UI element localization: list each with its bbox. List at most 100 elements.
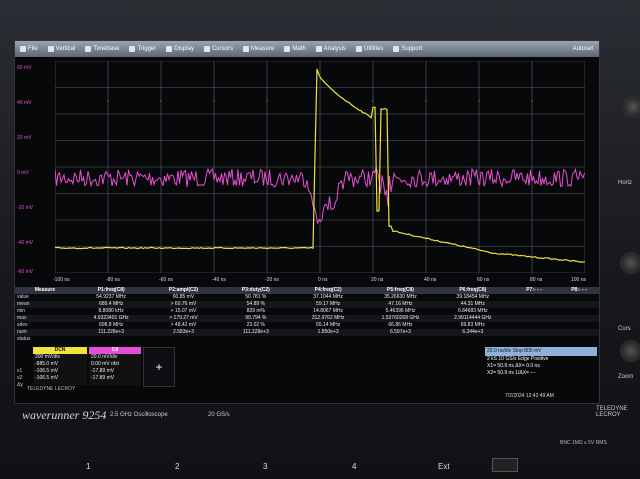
file-icon [20,46,26,52]
menu-label: Trigger [137,46,157,52]
c1-x1: -106.5 mV [35,368,59,374]
c8-x1: -17.89 mV [91,368,115,374]
plus-icon: + [155,360,163,374]
channel-button-4[interactable]: 4 [352,462,356,471]
side-knob[interactable] [622,96,640,118]
measure-cell: 6.84683 MHz [457,308,488,314]
c8-descriptor[interactable]: C8 20.0 mV/div 0.00 mV ofst -17.89 mV -1… [89,347,141,385]
measure-row: mean 689.4 MHz > 60.76 mV 54.89 % 59.17 MHz 4… [15,301,599,308]
screen-footer-brand: TELEDYNE LECROY [27,386,76,392]
measure-header[interactable]: P6:freq(C8) [436,287,509,294]
measure-cell [220,336,292,343]
measure-header[interactable]: P3:duty(C2) [219,287,292,294]
c1-tag: DCN [33,347,87,354]
menu-label: Support [401,46,423,52]
measure-cell [509,315,559,322]
measure-header[interactable]: P5:freq(C8) [364,287,437,294]
menu-trigger[interactable]: Trigger [124,41,161,57]
menu-utilities[interactable]: Utilities [351,41,388,57]
measure-row-label: sdev [17,322,28,328]
cursor-knob[interactable] [620,340,640,362]
timebase-header: 20.0 ns/div Stop 800 mV [485,347,597,356]
measure-cell [509,301,559,308]
measure-cell: 2.583e+3 [147,329,220,336]
measure-cell: 60.85 mV [172,294,195,300]
timebase-descriptor[interactable]: 20.0 ns/div Stop 800 mV 2 kS 10 GS/s Edg… [485,347,597,391]
cursor-x1: X1= 50.9 ns ΔX= 0.0 ns [487,363,540,369]
c8-offset: 0.00 mV ofst [91,361,120,367]
menu-vertical[interactable]: Vertical [43,41,81,57]
measure-cell: 8.8080 kHz [98,308,124,314]
menu-label: Display [174,46,194,52]
model-name: waverunner 9254 [22,408,107,422]
measure-cell: 50.781 % [245,294,267,300]
measure-header[interactable]: P1:freq(C8) [75,287,148,294]
analysis-icon [315,46,322,52]
menu-label: Timebase [93,46,120,52]
measure-row: status [15,336,599,343]
add-trace-button[interactable]: + [143,347,175,387]
menu-timebase[interactable]: Timebase [80,41,124,57]
measure-header[interactable]: Measure [15,287,75,294]
side-label-zoom: Zoom [618,374,634,380]
measure-header[interactable]: P2:ampl(C2) [147,287,220,294]
label-x2: x2 [17,375,23,381]
menu-display[interactable]: Display [161,41,199,57]
ext-button[interactable]: Ext [438,462,450,471]
measurement-table[interactable]: Measure P1:freq(C8) P2:ampl(C2) P3:duty(C2)… [15,287,599,345]
menu-analysis[interactable]: Analysis [311,41,351,57]
menu-cursors[interactable]: Cursors [199,41,238,57]
cursors-icon [203,46,210,52]
c1-descriptor[interactable]: DCN 200 mV/div -885.0 mV -106.5 mV -106.… [33,347,87,385]
support-icon [393,46,400,52]
menu-measure[interactable]: Measure [238,41,279,57]
measure-cell [559,322,599,329]
autoset-button[interactable]: Autoset [568,41,599,57]
spec-bandwidth: 2.5 GHz Oscilloscope [110,412,168,418]
measure-cell: 14.8067 MHz [313,308,344,314]
measure-cell [437,336,509,343]
measure-cell: > 60.76 mV [147,301,220,308]
horizontal-knob[interactable] [620,252,640,274]
math-icon [284,46,291,52]
measure-cell: > 179.27 mV [147,315,220,322]
c1-x2: -106.5 mV [35,375,59,381]
measure-cell [559,336,599,343]
measure-cell: 2.99114444 GHz [436,315,509,322]
menu-label: File [28,46,38,52]
c1-vdiv: 200 mV/div [35,354,61,360]
channel-button-1[interactable]: 1 [86,462,90,471]
measure-header[interactable]: P7:- - - [509,287,559,294]
menu-support[interactable]: Support [388,41,427,57]
measure-cell: 698.8 MHz [99,322,124,328]
measure-header[interactable]: P4:freq(C2) [291,287,365,294]
menu-math[interactable]: Math [279,41,310,57]
menu-label: Cursors [211,46,233,52]
measure-header[interactable]: P8:- - - [559,287,599,294]
measure-cell: 65.14 MHz [316,322,341,328]
measure-icon [242,46,249,52]
c8-x2: -17.89 mV [91,375,115,381]
y-label: 60 mV [17,65,32,71]
bnc-label: BNC 1MΩ ≤ 5V RMS [560,440,607,446]
timebase-icon [85,46,92,52]
x-label: -60 ns [159,277,173,283]
waveform-grid: C1 C8 [55,61,585,273]
scope-screen: File Vertical Timebase Trigger Display C… [14,40,600,404]
menu-file[interactable]: File [15,41,43,57]
measure-cell [559,315,599,322]
measure-cell [147,336,219,343]
trigger-icon [129,46,136,52]
measure-cell: 312.9762 MHz [291,315,365,322]
measure-cell [75,336,147,343]
side-label-horiz: Horiz [618,180,633,186]
measure-row-label: max [15,315,75,322]
measure-cell [509,322,559,329]
grid-lines [55,61,585,273]
measure-cell: 23.02 % [246,322,265,328]
vertical-icon [47,46,54,52]
channel-button-3[interactable]: 3 [263,462,267,471]
channel-button-2[interactable]: 2 [175,462,179,471]
measure-cell: 689.4 MHz [75,301,148,308]
measure-cell: 54.89 % [219,301,292,308]
